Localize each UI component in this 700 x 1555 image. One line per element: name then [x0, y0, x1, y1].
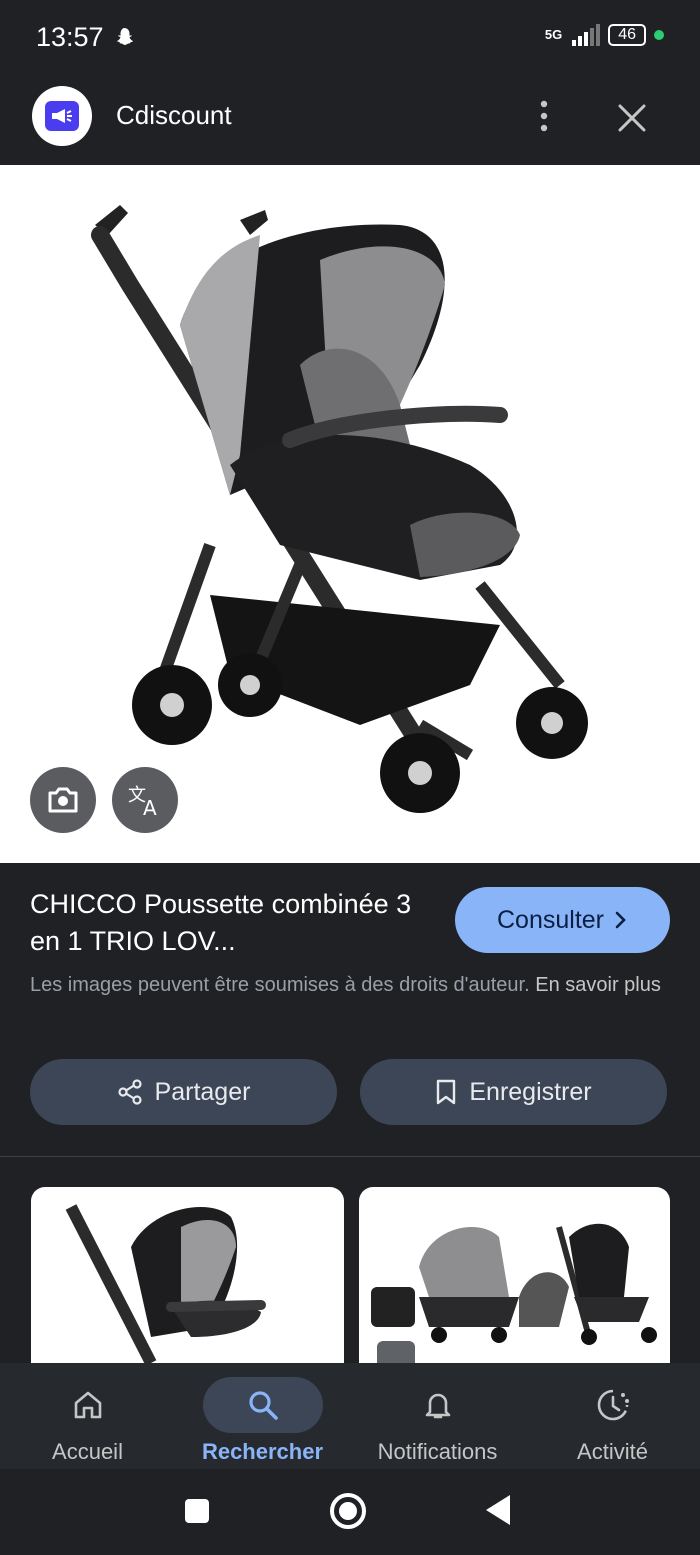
related-image[interactable]: [359, 1187, 670, 1363]
share-label: Partager: [154, 1077, 251, 1106]
lens-button[interactable]: [30, 767, 96, 833]
nav-label: Activité: [577, 1439, 648, 1464]
bottom-navigation: Accueil Rechercher Notifications Activit…: [0, 1363, 700, 1469]
app-bar: Cdiscount: [0, 76, 700, 164]
learn-more-link[interactable]: En savoir plus: [535, 974, 661, 996]
search-icon: [248, 1391, 278, 1420]
section-divider: [0, 1156, 700, 1157]
svg-text:A: A: [143, 796, 157, 817]
signal-icon: [572, 24, 601, 46]
copyright-text: Les images peuvent être soumises à des d…: [30, 974, 530, 996]
travel-system-thumbnail: [371, 1223, 657, 1345]
translate-button[interactable]: 文 A: [112, 767, 178, 833]
chevron-right-icon: [615, 911, 626, 929]
share-button[interactable]: Partager: [30, 1059, 337, 1125]
save-button[interactable]: Enregistrer: [360, 1059, 667, 1125]
share-icon: [117, 1079, 142, 1105]
camera-lens-icon: [48, 787, 78, 813]
home-icon: [74, 1391, 101, 1419]
nav-label: Rechercher: [201, 1439, 324, 1464]
page-title: Cdiscount: [116, 100, 232, 130]
more-options-icon[interactable]: [530, 98, 558, 134]
nav-item-accueil[interactable]: Accueil: [0, 1363, 175, 1469]
back-icon[interactable]: [484, 1493, 514, 1527]
nav-label: Accueil: [52, 1439, 123, 1464]
close-icon[interactable]: [614, 100, 650, 136]
privacy-dot: [654, 30, 664, 40]
status-bar: 13:57 5G 46: [0, 0, 700, 76]
bell-icon: [425, 1393, 450, 1419]
related-image[interactable]: [31, 1187, 344, 1363]
site-logo: [32, 86, 92, 146]
copyright-notice: Les images peuvent être soumises à des d…: [30, 970, 670, 1000]
consult-button[interactable]: Consulter: [455, 887, 670, 953]
stroller-thumbnail: [65, 1204, 266, 1363]
network-type: 5G: [544, 27, 563, 42]
tag-icon: [377, 1341, 415, 1363]
snapchat-icon: [116, 28, 134, 45]
nav-item-notifications[interactable]: Notifications: [350, 1363, 525, 1469]
activity-icon: [597, 1389, 629, 1421]
nav-item-activite[interactable]: Activité: [525, 1363, 700, 1469]
product-image[interactable]: 文 A: [0, 165, 700, 863]
nav-item-rechercher[interactable]: Rechercher: [175, 1363, 350, 1469]
bookmark-icon: [437, 1079, 456, 1105]
save-label: Enregistrer: [469, 1077, 592, 1106]
recents-icon[interactable]: [183, 1497, 211, 1525]
status-time: 13:57: [36, 22, 104, 52]
consult-label: Consulter: [497, 905, 604, 934]
stroller-illustration: [91, 205, 588, 813]
result-title[interactable]: CHICCO Poussette combinée 3 en 1 TRIO LO…: [30, 886, 430, 960]
home-button-icon[interactable]: [328, 1491, 368, 1531]
megaphone-icon: [45, 101, 79, 131]
nav-label: Notifications: [377, 1439, 498, 1464]
battery-indicator: 46: [608, 24, 646, 46]
system-navigation: [0, 1469, 700, 1555]
translate-icon: 文 A: [128, 785, 157, 817]
